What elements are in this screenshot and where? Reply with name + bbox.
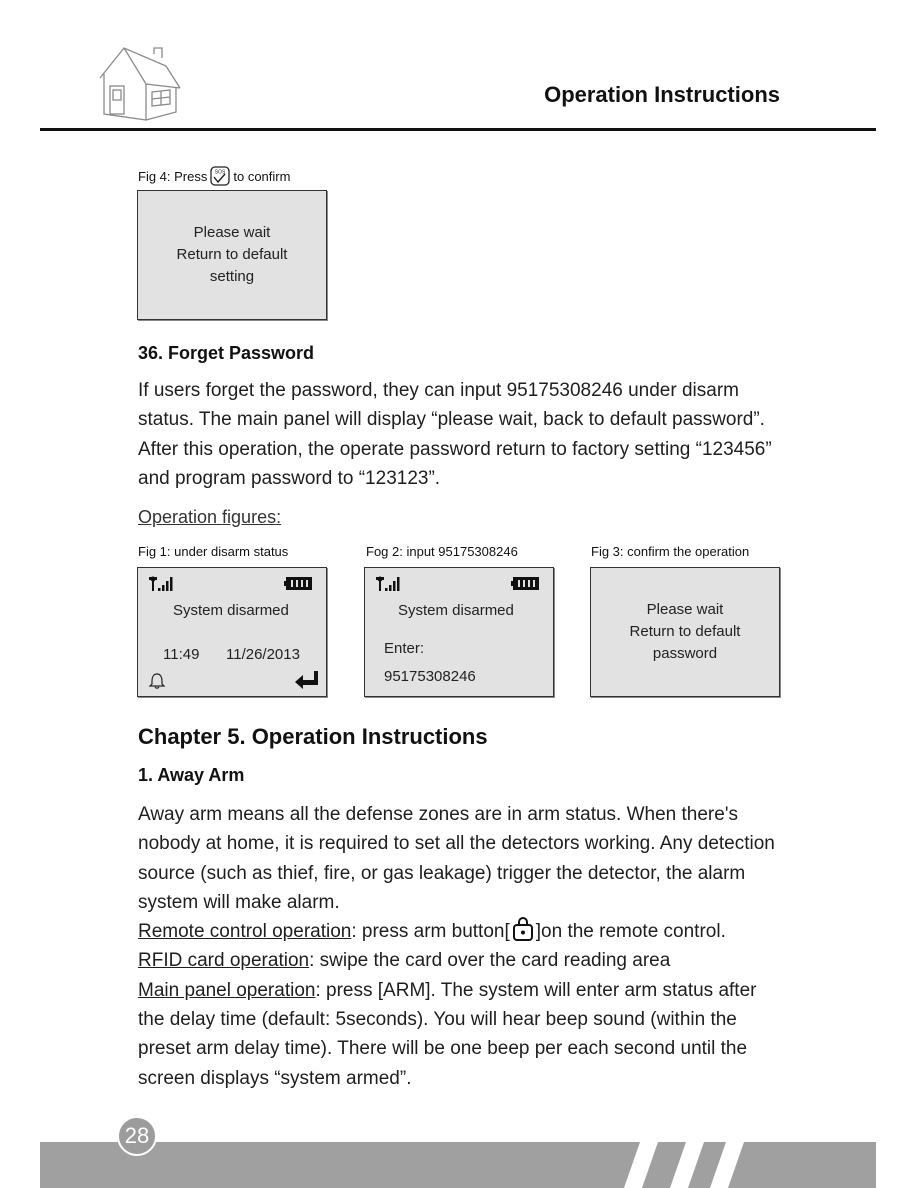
lcd-date: 11/26/2013 xyxy=(226,646,300,663)
rfid-label: RFID card operation xyxy=(138,950,310,972)
lcd-line: Please wait xyxy=(193,224,271,241)
paragraph: Away arm means all the defense zones are… xyxy=(138,804,775,913)
lcd-line: password xyxy=(652,645,718,662)
fig2-caption: Fog 2: input 95175308246 xyxy=(366,544,518,559)
figures-heading: Operation figures: xyxy=(138,507,282,527)
battery-icon xyxy=(511,577,539,590)
lcd-entered-value: 95175308246 xyxy=(384,668,476,685)
fig4-caption-prefix: Fig 4: Press xyxy=(138,168,208,184)
away-arm-body: Away arm means all the defense zones are… xyxy=(138,800,780,1093)
fig1-caption: Fig 1: under disarm status xyxy=(138,544,289,559)
section-body: If users forget the password, they can i… xyxy=(138,376,780,493)
lcd-status: System disarmed xyxy=(398,602,514,619)
page-number: 28 xyxy=(117,1116,157,1156)
lcd-line: setting xyxy=(209,268,255,285)
rfid-operation-line: RFID card operation: swipe the card over… xyxy=(138,946,780,975)
remote-label: Remote control operation xyxy=(138,921,352,943)
fig4-caption: Fig 4: Press SOS to confirm xyxy=(138,166,290,186)
enter-icon xyxy=(295,671,318,689)
rfid-text: : swipe the card over the card reading a… xyxy=(309,950,671,972)
lcd-line: Please wait xyxy=(646,601,724,618)
header-title: Operation Instructions xyxy=(544,82,780,107)
house-icon xyxy=(99,47,181,121)
battery-icon xyxy=(284,577,312,590)
lock-arm-icon xyxy=(512,917,533,942)
remote-operation-line: Remote control operation: press arm butt… xyxy=(138,917,780,946)
lcd-time: 11:49 xyxy=(163,646,200,663)
fig1-lcd-screen: System disarmed 11:49 11/26/2013 xyxy=(137,567,327,697)
panel-label: Main panel operation xyxy=(138,979,316,1001)
panel-operation-line: Main panel operation: press [ARM]. The s… xyxy=(138,976,780,1093)
section-title: 1. Away Arm xyxy=(138,765,245,785)
fig3-caption: Fig 3: confirm the operation xyxy=(591,544,750,559)
sos-confirm-icon: SOS xyxy=(210,166,231,186)
lcd-enter-label: Enter: xyxy=(384,640,425,657)
lcd-line: Return to default xyxy=(176,246,288,263)
footer-band xyxy=(40,1142,876,1188)
paragraph: If users forget the password, they can i… xyxy=(138,380,772,489)
remote-text: ]on the remote control. xyxy=(535,921,726,943)
signal-icon xyxy=(376,576,400,591)
lcd-status: System disarmed xyxy=(173,602,289,619)
bell-icon xyxy=(148,673,166,689)
fig4-lcd-screen: Please wait Return to default setting xyxy=(137,190,327,320)
section-title: 36. Forget Password xyxy=(138,343,315,363)
remote-text: : press arm button[ xyxy=(351,921,510,943)
chapter-title: Chapter 5. Operation Instructions xyxy=(138,724,488,749)
fig3-lcd-screen: Please wait Return to default password xyxy=(590,567,780,697)
signal-icon xyxy=(149,576,173,591)
lcd-line: Return to default xyxy=(629,623,741,640)
fig4-caption-suffix: to confirm xyxy=(233,168,291,184)
header-divider xyxy=(40,128,876,131)
fig2-lcd-screen: System disarmed Enter: 95175308246 xyxy=(364,567,554,697)
